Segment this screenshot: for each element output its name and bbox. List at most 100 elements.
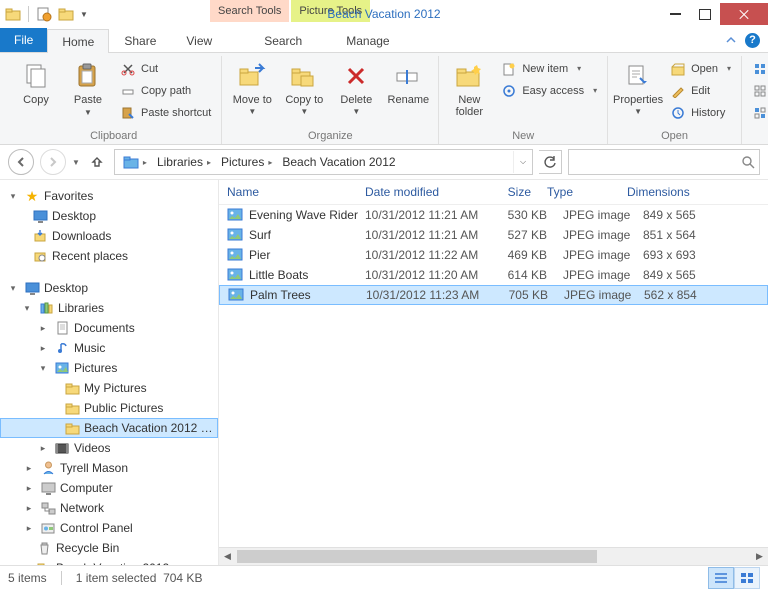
tree-music[interactable]: ▸Music: [0, 338, 218, 358]
breadcrumb-root[interactable]: ▸: [119, 151, 151, 173]
minimize-button[interactable]: [660, 3, 690, 25]
file-size: 614 KB: [487, 268, 563, 282]
open-button[interactable]: Open▾: [666, 58, 735, 79]
copy-path-button[interactable]: Copy path: [116, 80, 215, 101]
scroll-thumb[interactable]: [237, 550, 597, 563]
tree-user[interactable]: ▸Tyrell Mason: [0, 458, 218, 478]
address-dropdown[interactable]: ⌵: [513, 151, 532, 173]
navigation-pane[interactable]: ▾★Favorites Desktop Downloads Recent pla…: [0, 180, 219, 565]
select-none-button[interactable]: Select none: [748, 80, 768, 101]
qa-new-folder-icon[interactable]: [57, 5, 75, 23]
tree-network[interactable]: ▸Network: [0, 498, 218, 518]
new-folder-button[interactable]: New folder: [445, 58, 493, 120]
qa-customize-dropdown[interactable]: ▼: [80, 10, 88, 19]
tree-beach-vacation[interactable]: Beach Vacation 2012 (C:): [0, 418, 218, 438]
cut-button[interactable]: Cut: [116, 58, 215, 79]
tab-view[interactable]: View: [171, 28, 227, 52]
scroll-right-button[interactable]: ▶: [751, 548, 768, 565]
nav-back-button[interactable]: [8, 149, 34, 175]
folder-icon: [64, 400, 80, 416]
qa-properties-icon[interactable]: [35, 5, 53, 23]
context-tab-search-tools: Search Tools: [210, 0, 289, 22]
tree-pictures[interactable]: ▾Pictures: [0, 358, 218, 378]
tree-videos[interactable]: ▸Videos: [0, 438, 218, 458]
delete-button[interactable]: Delete▼: [332, 58, 380, 120]
file-row[interactable]: Palm Trees10/31/2012 11:23 AM705 KBJPEG …: [219, 285, 768, 305]
easy-access-button[interactable]: Easy access▾: [497, 80, 601, 101]
tab-manage[interactable]: Manage: [331, 28, 404, 52]
file-row[interactable]: Evening Wave Rider10/31/2012 11:21 AM530…: [219, 205, 768, 225]
tree-control-panel[interactable]: ▸Control Panel: [0, 518, 218, 538]
invert-selection-button[interactable]: Invert selection: [748, 102, 768, 123]
expand-icon[interactable]: ▸: [36, 323, 50, 334]
tree-computer[interactable]: ▸Computer: [0, 478, 218, 498]
scroll-left-button[interactable]: ◀: [219, 548, 236, 565]
select-all-button[interactable]: Select all: [748, 58, 768, 79]
col-name[interactable]: Name: [227, 185, 365, 199]
search-input[interactable]: [568, 149, 760, 175]
file-row[interactable]: Surf10/31/2012 11:21 AM527 KBJPEG image8…: [219, 225, 768, 245]
history-button[interactable]: History: [666, 102, 735, 123]
horizontal-scrollbar[interactable]: ◀ ▶: [219, 547, 768, 565]
expand-icon[interactable]: ▸: [22, 523, 36, 534]
new-item-button[interactable]: New item▾: [497, 58, 601, 79]
tree-favorites[interactable]: ▾★Favorites: [0, 186, 218, 206]
refresh-button[interactable]: [539, 150, 562, 174]
breadcrumb-current[interactable]: Beach Vacation 2012: [278, 151, 399, 173]
expand-icon[interactable]: ▾: [20, 303, 34, 314]
expand-icon[interactable]: ▸: [36, 443, 50, 454]
view-details-button[interactable]: [708, 567, 734, 589]
tree-fav-recent[interactable]: Recent places: [0, 246, 218, 266]
paste-button[interactable]: Paste ▼: [64, 58, 112, 119]
col-date[interactable]: Date modified: [365, 185, 487, 199]
tab-share[interactable]: Share: [109, 28, 171, 52]
file-row[interactable]: Little Boats10/31/2012 11:20 AM614 KBJPE…: [219, 265, 768, 285]
paste-shortcut-button[interactable]: Paste shortcut: [116, 102, 215, 123]
edit-button[interactable]: Edit: [666, 80, 735, 101]
expand-icon[interactable]: ▸: [22, 463, 36, 474]
maximize-button[interactable]: [690, 3, 720, 25]
tree-libraries[interactable]: ▾Libraries: [0, 298, 218, 318]
tree-desktop[interactable]: ▾Desktop: [0, 278, 218, 298]
expand-icon[interactable]: ▾: [6, 191, 20, 202]
tab-file[interactable]: File: [0, 28, 47, 52]
properties-button[interactable]: Properties▼: [614, 58, 662, 120]
tree-fav-desktop[interactable]: Desktop: [0, 206, 218, 226]
computer-icon: [40, 480, 56, 496]
breadcrumb-libraries[interactable]: Libraries▸: [153, 151, 215, 173]
col-type[interactable]: Type: [547, 185, 627, 199]
file-list[interactable]: Evening Wave Rider10/31/2012 11:21 AM530…: [219, 205, 768, 547]
tree-documents[interactable]: ▸Documents: [0, 318, 218, 338]
tree-recycle-bin[interactable]: Recycle Bin: [0, 538, 218, 558]
tree-my-pictures[interactable]: My Pictures: [0, 378, 218, 398]
collapse-ribbon-button[interactable]: [725, 34, 737, 46]
move-to-button[interactable]: Move to▼: [228, 58, 276, 120]
expand-icon[interactable]: ▾: [6, 283, 20, 294]
nav-up-button[interactable]: [86, 151, 108, 173]
tree-public-pictures[interactable]: Public Pictures: [0, 398, 218, 418]
tree-fav-downloads[interactable]: Downloads: [0, 226, 218, 246]
col-size[interactable]: Size: [487, 185, 547, 199]
rename-button[interactable]: Rename: [384, 58, 432, 108]
address-bar[interactable]: ▸ Libraries▸ Pictures▸ Beach Vacation 20…: [114, 149, 533, 175]
expand-icon[interactable]: ▾: [36, 363, 50, 374]
col-dimensions[interactable]: Dimensions: [627, 185, 717, 199]
nav-history-dropdown[interactable]: ▼: [72, 158, 80, 167]
tab-search[interactable]: Search: [249, 28, 317, 52]
copy-button[interactable]: Copy: [12, 58, 60, 108]
group-label-open: Open: [661, 128, 688, 144]
breadcrumb-pictures[interactable]: Pictures▸: [217, 151, 276, 173]
tab-home[interactable]: Home: [47, 29, 109, 53]
expand-icon[interactable]: ▸: [22, 503, 36, 514]
view-thumbnails-button[interactable]: [734, 567, 760, 589]
expand-icon[interactable]: ▸: [22, 483, 36, 494]
column-headers: Name Date modified Size Type Dimensions: [219, 180, 768, 205]
help-button[interactable]: ?: [745, 33, 760, 48]
close-button[interactable]: [720, 3, 768, 25]
nav-forward-button[interactable]: [40, 149, 66, 175]
file-row[interactable]: Pier10/31/2012 11:22 AM469 KBJPEG image6…: [219, 245, 768, 265]
copy-to-button[interactable]: Copy to▼: [280, 58, 328, 120]
qa-folder-icon[interactable]: [4, 5, 22, 23]
expand-icon[interactable]: ▸: [36, 343, 50, 354]
tree-beach-vacation-2[interactable]: Beach Vacation 2012: [0, 558, 218, 565]
